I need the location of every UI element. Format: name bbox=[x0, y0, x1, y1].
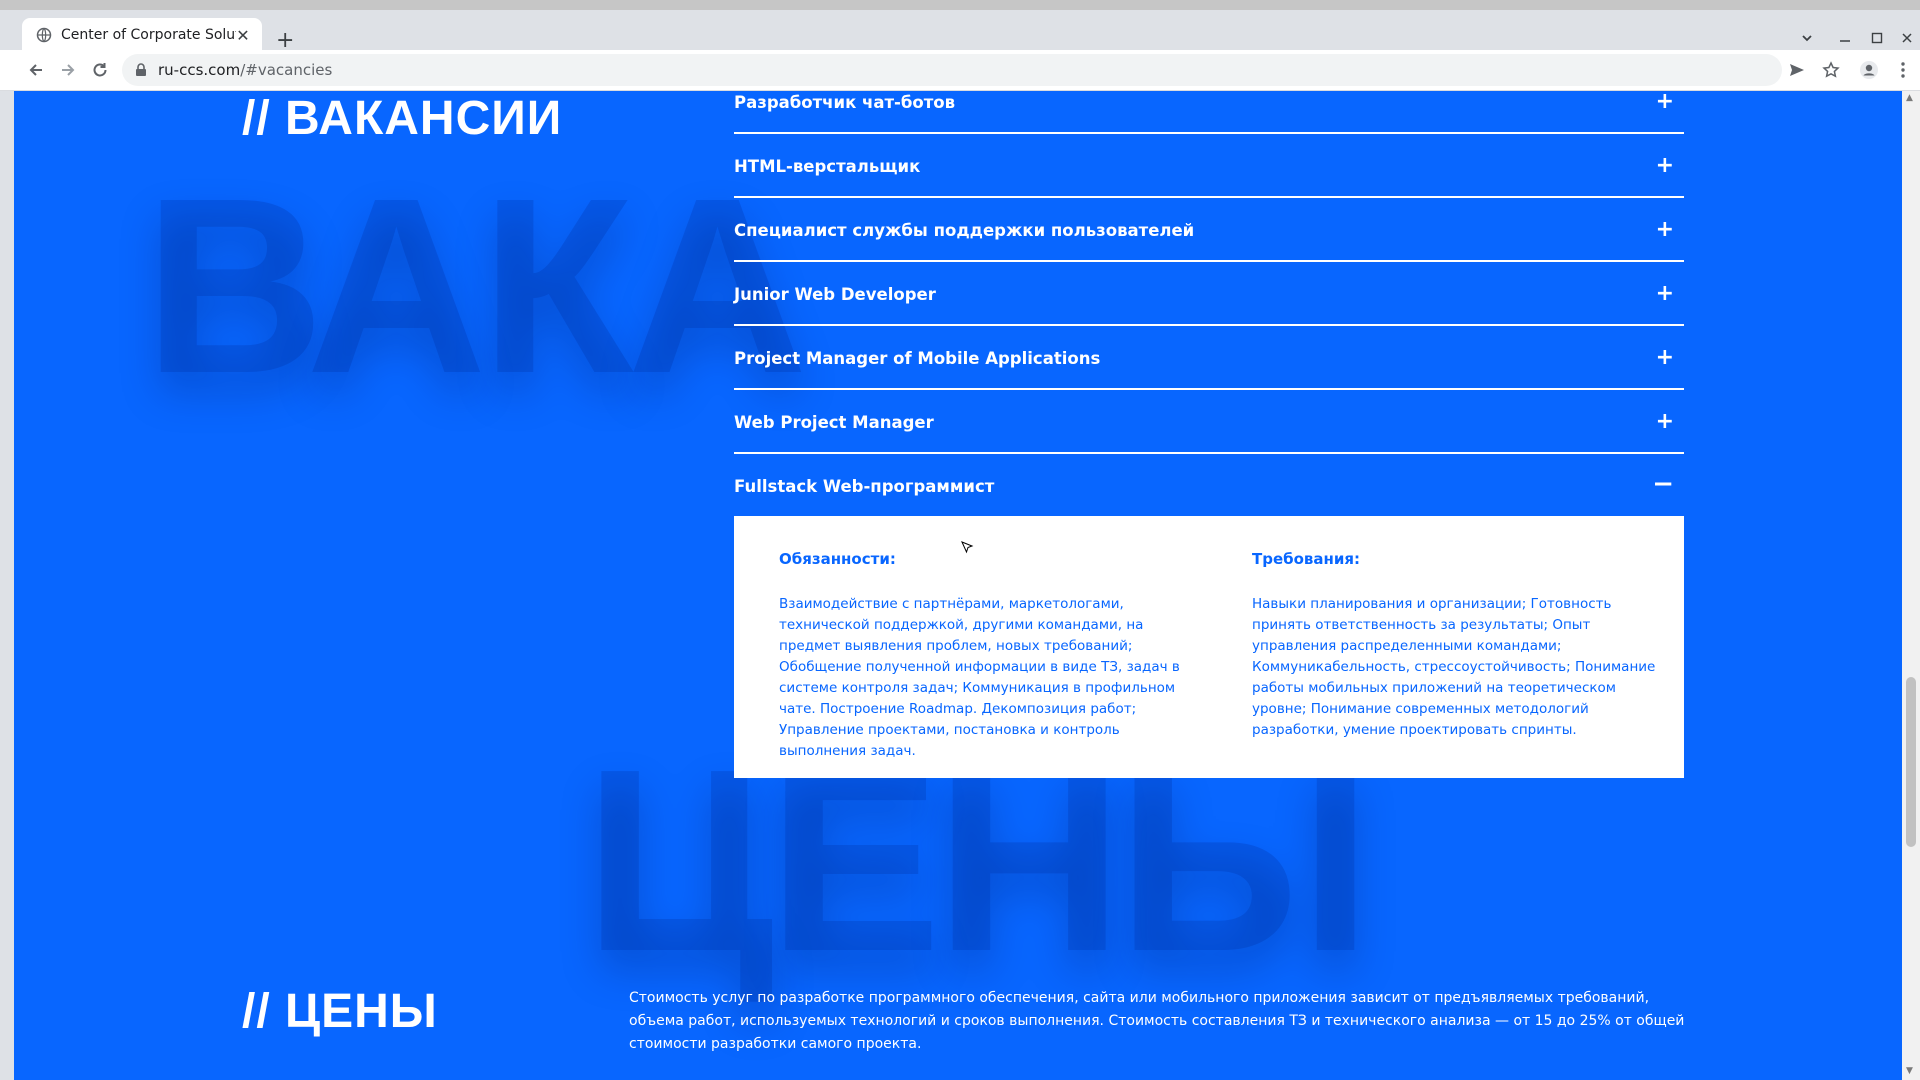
scroll-thumb[interactable] bbox=[1906, 677, 1916, 847]
vacancy-label: Web Project Manager bbox=[734, 413, 934, 432]
vacancy-label: Разработчик чат-ботов bbox=[734, 93, 956, 112]
reload-icon[interactable] bbox=[88, 58, 112, 82]
send-icon[interactable] bbox=[1785, 58, 1809, 82]
profile-icon[interactable] bbox=[1857, 58, 1881, 82]
prices-title: // ЦЕНЫ bbox=[242, 985, 438, 1038]
duties-column: Обязанности: Взаимодействие с партнёрами… bbox=[779, 550, 1189, 762]
close-window-icon[interactable] bbox=[1900, 30, 1914, 49]
window-top-strip bbox=[0, 0, 1920, 10]
lock-icon[interactable] bbox=[134, 63, 148, 77]
close-icon[interactable]: ✕ bbox=[234, 26, 252, 45]
expand-icon[interactable]: + bbox=[1656, 91, 1674, 113]
url-text: ru-ccs.com/#vacancies bbox=[158, 61, 332, 79]
back-icon[interactable] bbox=[24, 58, 48, 82]
page-scrollbar[interactable]: ▲ ▼ bbox=[1902, 91, 1920, 1080]
duties-title: Обязанности: bbox=[779, 550, 896, 568]
vacancy-item[interactable]: Разработчик чат-ботов + bbox=[734, 91, 1684, 134]
vacancy-label: Junior Web Developer bbox=[734, 285, 936, 304]
web-page: ВАКА ЦЕНЫ // ВАКАНСИИ Разработчик чат-бо… bbox=[14, 91, 1902, 1080]
new-tab-button[interactable]: + bbox=[276, 30, 294, 52]
vacancy-item[interactable]: Web Project Manager + bbox=[734, 390, 1684, 454]
star-icon[interactable] bbox=[1819, 58, 1843, 82]
duties-text: Взаимодействие с партнёрами, маркетолога… bbox=[779, 596, 1180, 759]
prices-description: Стоимость услуг по разработке программно… bbox=[629, 990, 1685, 1052]
chevron-down-icon[interactable] bbox=[1800, 30, 1814, 49]
scroll-down-icon[interactable]: ▼ bbox=[1906, 1066, 1913, 1076]
vacancy-item[interactable]: Специалист службы поддержки пользователе… bbox=[734, 198, 1684, 262]
vacancy-item[interactable]: Junior Web Developer + bbox=[734, 262, 1684, 326]
tab-title: Center of Corporate Solutio bbox=[61, 27, 236, 43]
vacancy-label: Project Manager of Mobile Applications bbox=[734, 349, 1101, 368]
expand-icon[interactable]: + bbox=[1656, 411, 1674, 433]
globe-icon bbox=[36, 27, 52, 43]
vacancy-item[interactable]: HTML-верстальщик + bbox=[734, 134, 1684, 198]
requirements-title: Требования: bbox=[1252, 550, 1361, 568]
cursor-icon bbox=[960, 540, 976, 556]
vacancy-label: Fullstack Web-программист bbox=[734, 477, 995, 496]
tab-bar: Center of Corporate Solutio ✕ + bbox=[0, 10, 1920, 52]
expand-icon[interactable]: + bbox=[1656, 219, 1674, 241]
expand-icon[interactable]: + bbox=[1656, 347, 1674, 369]
vacancy-label: Специалист службы поддержки пользователе… bbox=[734, 221, 1195, 240]
browser-toolbar: ru-ccs.com/#vacancies bbox=[0, 50, 1920, 91]
vacancies-title: // ВАКАНСИИ bbox=[242, 92, 563, 145]
vacancy-label: HTML-верстальщик bbox=[734, 157, 921, 176]
expand-icon[interactable]: + bbox=[1656, 283, 1674, 305]
vacancies-accordion: Разработчик чат-ботов + HTML-верстальщик… bbox=[734, 91, 1684, 778]
vacancy-details-panel: Обязанности: Взаимодействие с партнёрами… bbox=[734, 516, 1684, 778]
address-bar[interactable]: ru-ccs.com/#vacancies bbox=[122, 54, 1782, 86]
url-path: /#vacancies bbox=[240, 61, 333, 79]
collapse-icon[interactable]: − bbox=[1652, 471, 1674, 497]
vacancy-item-open[interactable]: Fullstack Web-программист − bbox=[734, 454, 1684, 516]
browser-tab[interactable]: Center of Corporate Solutio ✕ bbox=[22, 18, 262, 52]
vacancies-bg-word: ВАКА bbox=[144, 146, 808, 425]
scroll-up-icon[interactable]: ▲ bbox=[1906, 93, 1913, 103]
url-host: ru-ccs.com bbox=[158, 61, 241, 79]
expand-icon[interactable]: + bbox=[1656, 155, 1674, 177]
requirements-text: Навыки планирования и организации; Готов… bbox=[1252, 596, 1656, 738]
requirements-column: Требования: Навыки планирования и органи… bbox=[1252, 550, 1662, 741]
menu-icon[interactable] bbox=[1891, 58, 1915, 82]
maximize-icon[interactable] bbox=[1870, 30, 1884, 49]
minimize-icon[interactable] bbox=[1838, 30, 1852, 49]
forward-icon[interactable] bbox=[56, 58, 80, 82]
vacancy-item[interactable]: Project Manager of Mobile Applications + bbox=[734, 326, 1684, 390]
